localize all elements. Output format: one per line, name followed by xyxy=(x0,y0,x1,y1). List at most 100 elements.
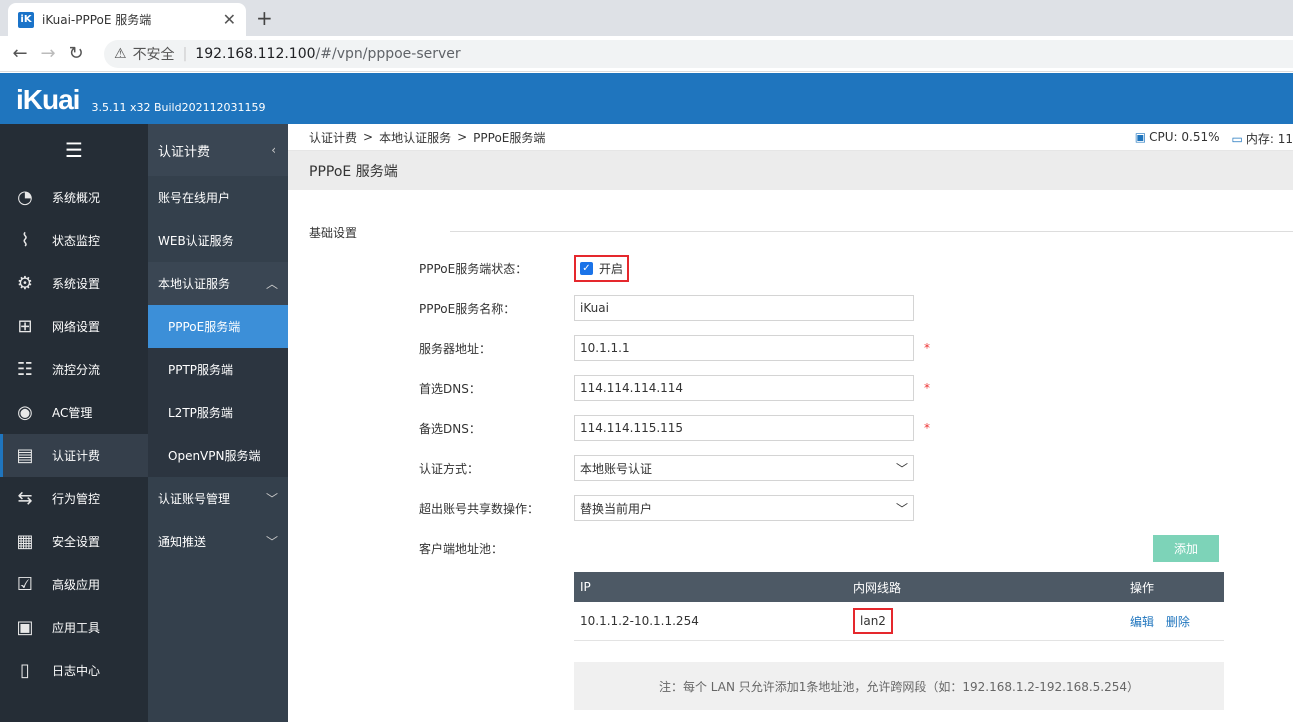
page-title: PPPoE 服务端 xyxy=(288,151,1293,190)
sidebar-item-behavior[interactable]: ⇆ 行为管控 xyxy=(0,477,148,520)
status-row: PPPoE服务端状态： ✓ 开启 xyxy=(419,254,630,282)
sidebar-item-flow-control[interactable]: ☷ 流控分流 xyxy=(0,348,148,391)
auth-method-label: 认证方式： xyxy=(419,461,480,476)
wifi-icon: ◉ xyxy=(17,402,33,423)
url-path: /#/vpn/pppoe-server xyxy=(315,46,461,62)
sidebar-item-label: 安全设置 xyxy=(52,535,101,549)
breadcrumb-item[interactable]: 认证计费 xyxy=(309,129,357,146)
server-address-label: 服务器地址： xyxy=(419,341,492,356)
edit-link[interactable]: 编辑 xyxy=(1130,615,1154,629)
auth-row: 认证方式： 本地账号认证 ﹀ xyxy=(419,455,914,481)
required-mark: * xyxy=(924,381,930,395)
address-pool-label: 客户端地址池： xyxy=(419,541,504,556)
monitor-icon: ⌇ xyxy=(20,230,30,251)
sidebar-item-label: AC管理 xyxy=(52,406,93,420)
cell-actions: 编辑 删除 xyxy=(1124,613,1224,630)
system-stats: ▣ CPU: 0.51% ▭ 内存: 11 xyxy=(1135,130,1293,147)
breadcrumb: 认证计费 > 本地认证服务 > PPPoE服务端 ▣ CPU: 0.51% ▭ 内存… xyxy=(288,124,1293,151)
status-checkbox[interactable]: ✓ xyxy=(580,261,593,275)
subnav-group-account-mgmt[interactable]: 认证账号管理 ﹀ xyxy=(148,477,288,520)
sidebar-item-auth-billing[interactable]: ▤ 认证计费 xyxy=(0,434,148,477)
chevron-down-icon: ﹀ xyxy=(265,535,278,549)
reload-icon[interactable]: ↻ xyxy=(62,43,90,64)
secondary-dns-input[interactable]: 114.114.115.115 xyxy=(574,415,914,441)
address-bar[interactable]: ⚠ 不安全 | 192.168.112.100/#/vpn/pppoe-serv… xyxy=(104,40,1293,68)
sidebar-item-ac[interactable]: ◉ AC管理 xyxy=(0,391,148,434)
gear-icon: ⚙ xyxy=(16,273,34,294)
section-title: 基础设置 xyxy=(309,226,358,240)
main-content: 认证计费 > 本地认证服务 > PPPoE服务端 ▣ CPU: 0.51% ▭ 内存… xyxy=(288,124,1293,722)
url-text: 192.168.112.100/#/vpn/pppoe-server xyxy=(195,46,460,62)
close-icon[interactable]: ✕ xyxy=(223,10,236,29)
back-icon[interactable]: ← xyxy=(6,43,34,64)
chevron-left-icon[interactable]: ‹ xyxy=(271,143,276,157)
app-version: 3.5.11 x32 Build202112031159 xyxy=(91,101,266,114)
network-icon: ⊞ xyxy=(17,316,33,337)
chevron-down-icon: ﹀ xyxy=(895,501,908,516)
apps-icon: ▣ xyxy=(16,617,34,638)
cell-line-value: lan2 xyxy=(853,608,893,634)
breadcrumb-separator: > xyxy=(363,130,374,144)
log-icon: ▯ xyxy=(20,660,30,681)
primary-dns-label: 首选DNS： xyxy=(419,381,481,396)
subnav-item-pptp-server[interactable]: PPTP服务端 xyxy=(148,348,288,391)
sidebar-item-advanced[interactable]: ☑ 高级应用 xyxy=(0,563,148,606)
subnav-item-web-auth[interactable]: WEB认证服务 xyxy=(148,219,288,262)
column-header-actions: 操作 xyxy=(1130,580,1155,595)
add-button[interactable]: 添加 xyxy=(1153,535,1219,562)
subnav-title: 认证计费 xyxy=(158,144,211,160)
sidebar-item-system-settings[interactable]: ⚙ 系统设置 xyxy=(0,262,148,305)
url-host: 192.168.112.100 xyxy=(195,46,316,62)
server-address-input[interactable]: 10.1.1.1 xyxy=(574,335,914,361)
primary-dns-input[interactable]: 114.114.114.114 xyxy=(574,375,914,401)
browser-toolbar: ← → ↻ ⚠ 不安全 | 192.168.112.100/#/vpn/pppo… xyxy=(0,36,1293,72)
subnav-group-local-auth[interactable]: 本地认证服务 ︿ xyxy=(148,262,288,305)
subnav-item-pppoe-server[interactable]: PPPoE服务端 xyxy=(148,305,288,348)
breadcrumb-item: PPPoE服务端 xyxy=(473,130,546,145)
service-name-label: PPPoE服务名称： xyxy=(419,301,516,316)
server-row: 服务器地址： 10.1.1.1 * xyxy=(419,335,930,361)
subnav-header[interactable]: 认证计费 ‹ xyxy=(148,124,288,176)
browser-tab[interactable]: iK iKuai-PPPoE 服务端 ✕ xyxy=(8,3,246,36)
auth-method-select[interactable]: 本地账号认证 ﹀ xyxy=(574,455,914,481)
subnav-item-label: L2TP服务端 xyxy=(168,406,233,420)
cpu-icon: ▣ xyxy=(1134,130,1147,144)
sidebar-item-security[interactable]: ▦ 安全设置 xyxy=(0,520,148,563)
subnav-item-label: OpenVPN服务端 xyxy=(168,449,261,463)
status-checkbox-highlight[interactable]: ✓ 开启 xyxy=(574,254,630,282)
chevron-down-icon: ﹀ xyxy=(895,461,908,476)
app-header: iKuai 3.5.11 x32 Build202112031159 xyxy=(0,73,1293,124)
delete-link[interactable]: 删除 xyxy=(1166,615,1190,629)
secondary-dns-label: 备选DNS： xyxy=(419,421,481,436)
warning-icon[interactable]: ⚠ xyxy=(114,46,127,62)
subnav-group-notify[interactable]: 通知推送 ﹀ xyxy=(148,520,288,563)
sidebar-item-logs[interactable]: ▯ 日志中心 xyxy=(0,649,148,692)
sidebar-item-network[interactable]: ⊞ 网络设置 xyxy=(0,305,148,348)
breadcrumb-item[interactable]: 本地认证服务 xyxy=(379,129,451,146)
sidebar-item-label: 状态监控 xyxy=(52,234,101,248)
share-action-select[interactable]: 替换当前用户 ﹀ xyxy=(574,495,914,521)
auth-method-value: 本地账号认证 xyxy=(580,461,653,476)
address-pool-table: IP 内网线路 操作 10.1.1.2-10.1.1.254 lan2 编辑 删… xyxy=(574,572,1224,641)
share-action-label: 超出账号共享数操作： xyxy=(419,501,540,516)
pool-row: 客户端地址池： xyxy=(419,535,574,561)
forward-icon[interactable]: → xyxy=(34,43,62,64)
insecure-label: 不安全 xyxy=(132,47,175,63)
memory-value: 内存: 11 xyxy=(1245,132,1293,146)
menu-collapse-icon[interactable]: ☰ xyxy=(0,124,148,176)
favicon-icon: iK xyxy=(18,11,34,28)
sliders-icon: ☷ xyxy=(16,359,34,380)
sidebar-item-overview[interactable]: ◔ 系统概况 xyxy=(0,176,148,219)
sidebar-item-label: 认证计费 xyxy=(52,449,101,463)
service-name-input[interactable]: iKuai xyxy=(574,295,914,321)
subnav-item-openvpn-server[interactable]: OpenVPN服务端 xyxy=(148,434,288,477)
sidebar-item-label: 应用工具 xyxy=(52,621,101,635)
new-tab-icon[interactable]: + xyxy=(256,6,273,30)
subnav-item-l2tp-server[interactable]: L2TP服务端 xyxy=(148,391,288,434)
dns1-row: 首选DNS： 114.114.114.114 * xyxy=(419,375,930,401)
sidebar-item-monitor[interactable]: ⌇ 状态监控 xyxy=(0,219,148,262)
subnav-item-online-users[interactable]: 账号在线用户 xyxy=(148,176,288,219)
table-header: IP 内网线路 操作 xyxy=(574,572,1224,602)
sidebar-item-tools[interactable]: ▣ 应用工具 xyxy=(0,606,148,649)
subnav-item-label: WEB认证服务 xyxy=(158,234,234,248)
